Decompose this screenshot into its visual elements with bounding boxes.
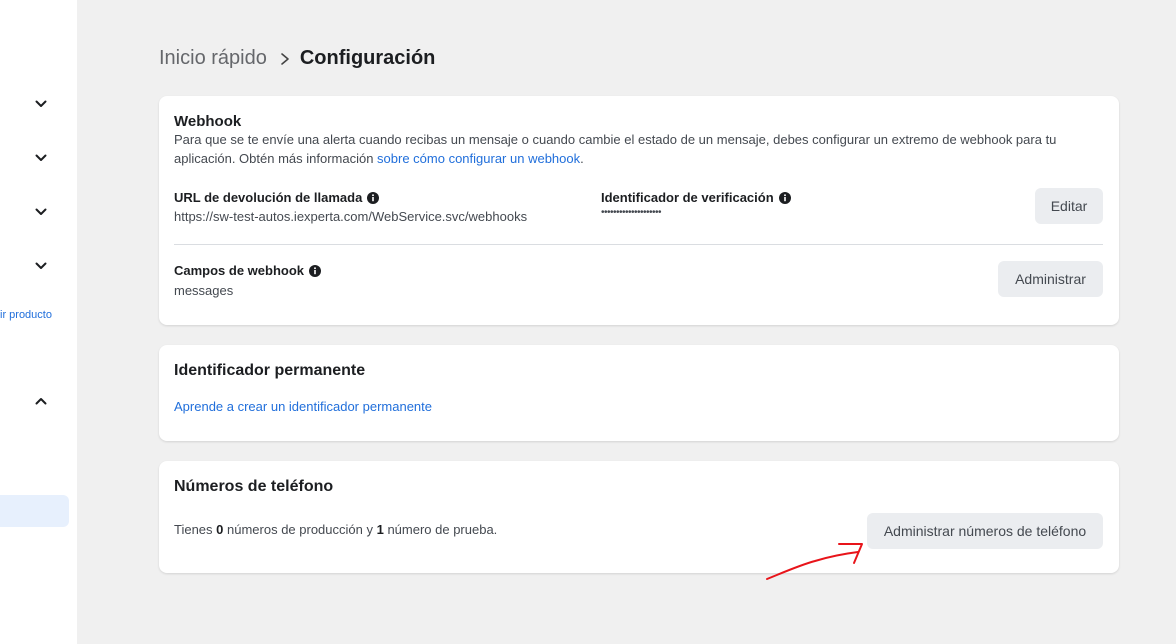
edit-button[interactable]: Editar bbox=[1035, 188, 1103, 224]
chevron-right-icon bbox=[279, 52, 291, 66]
sidebar-product-link[interactable]: ir producto bbox=[0, 309, 52, 321]
verify-token-value: •••••••••••••••••••• bbox=[601, 207, 662, 218]
verify-token-label-text: Identificador de verificación bbox=[601, 190, 774, 205]
chevron-up-icon[interactable] bbox=[33, 393, 49, 409]
sidebar-item-selected[interactable] bbox=[0, 495, 69, 527]
sidebar: ir producto bbox=[0, 0, 77, 644]
info-icon[interactable] bbox=[778, 191, 791, 204]
chevron-down-icon[interactable] bbox=[33, 150, 49, 166]
page-title: Configuración bbox=[299, 47, 436, 69]
permanent-id-card: Identificador permanente Aprende a crear… bbox=[159, 345, 1119, 441]
callback-url-value: https://sw-test-autos.iexperta.com/WebSe… bbox=[174, 209, 528, 224]
test-count: 1 bbox=[376, 522, 384, 537]
manage-webhook-button[interactable]: Administrar bbox=[998, 261, 1103, 297]
summary-middle: números de producción y bbox=[223, 522, 377, 537]
webhook-description-text: Para que se te envíe una alerta cuando r… bbox=[174, 132, 1057, 166]
webhook-fields-label-text: Campos de webhook bbox=[174, 263, 305, 278]
breadcrumb: Inicio rápido Configuración bbox=[159, 47, 435, 70]
callback-url-label: URL de devolución de llamada bbox=[174, 190, 380, 205]
info-icon[interactable] bbox=[367, 191, 380, 204]
info-icon[interactable] bbox=[309, 264, 322, 277]
summary-prefix: Tienes bbox=[174, 522, 217, 537]
phone-numbers-summary: Tienes 0 números de producción y 1 númer… bbox=[174, 522, 497, 537]
webhook-docs-link[interactable]: sobre cómo configurar un webhook bbox=[377, 151, 580, 166]
webhook-description-end: . bbox=[580, 151, 584, 166]
annotation-arrow-icon bbox=[766, 543, 863, 580]
webhook-fields-label: Campos de webhook bbox=[174, 263, 322, 278]
webhook-fields-value: messages bbox=[174, 283, 234, 298]
webhook-title: Webhook bbox=[174, 113, 242, 130]
phone-numbers-title: Números de teléfono bbox=[174, 478, 334, 495]
permanent-id-link[interactable]: Aprende a crear un identificador permane… bbox=[174, 399, 432, 414]
webhook-description: Para que se te envíe una alerta cuando r… bbox=[174, 130, 1109, 168]
breadcrumb-quick-start[interactable]: Inicio rápido bbox=[159, 47, 267, 70]
webhook-card: Webhook Para que se te envíe una alerta … bbox=[159, 96, 1119, 325]
phone-numbers-card: Números de teléfono Tienes 0 números de … bbox=[159, 461, 1119, 573]
chevron-down-icon[interactable] bbox=[33, 258, 49, 274]
verify-token-label: Identificador de verificación bbox=[601, 190, 791, 205]
summary-suffix: número de prueba. bbox=[383, 522, 498, 537]
chevron-down-icon[interactable] bbox=[33, 204, 49, 220]
divider bbox=[174, 244, 1103, 245]
permanent-id-title: Identificador permanente bbox=[174, 362, 366, 379]
callback-url-label-text: URL de devolución de llamada bbox=[174, 190, 363, 205]
manage-phone-numbers-button[interactable]: Administrar números de teléfono bbox=[867, 513, 1103, 549]
chevron-down-icon[interactable] bbox=[33, 96, 49, 112]
